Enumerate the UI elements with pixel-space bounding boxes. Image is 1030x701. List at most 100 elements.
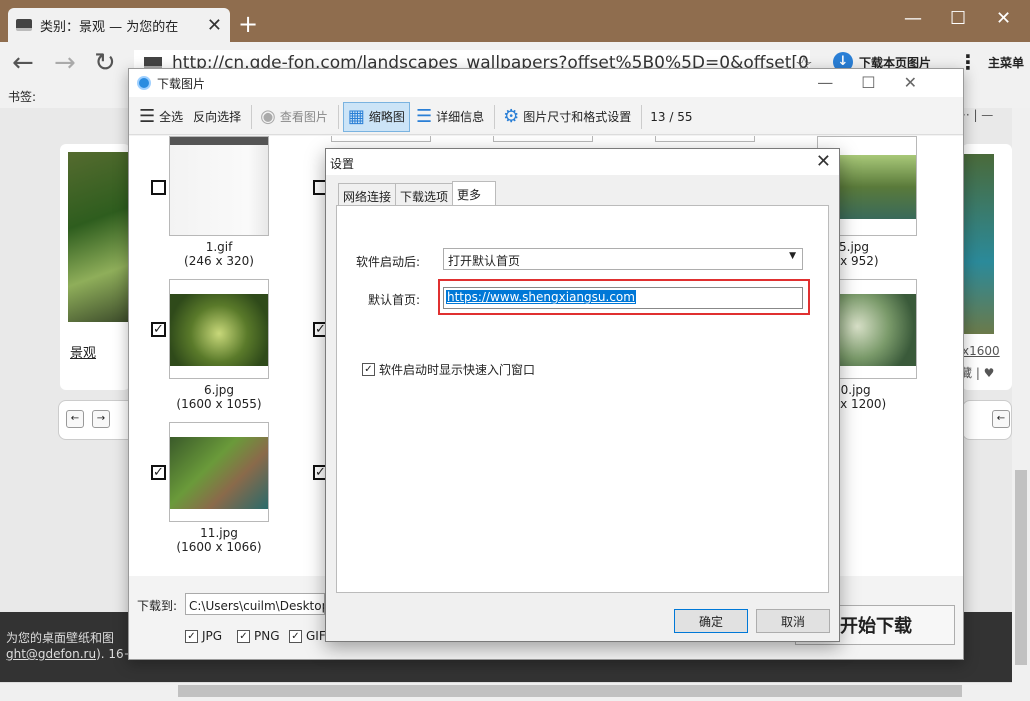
new-tab-button[interactable]: +	[238, 12, 258, 36]
view-image-icon: ◉	[260, 106, 276, 127]
thumbnails-view-button[interactable]: ▦ 缩略图	[342, 101, 410, 132]
next-page-icon[interactable]: →	[92, 410, 110, 428]
downloader-titlebar: 下载图片 —☐✕	[129, 69, 963, 97]
toolbar-divider	[337, 104, 339, 129]
footer-line-1: 为您的桌面壁纸和图	[6, 631, 115, 645]
settings-dialog: 设置 ✕ 网络连接 下载选项 更多 软件启动后: 打开默认首页 ▼ 默认首页: …	[325, 148, 840, 642]
image-count: 13 / 55	[646, 102, 696, 132]
wallpaper-thumbnail-left[interactable]	[68, 152, 130, 322]
card-meta: 藏 | ♥	[960, 366, 995, 380]
footer-email-link[interactable]: ght@gdefon.ru	[6, 647, 96, 661]
show-quick-entry-checkbox[interactable]: ✓ 软件启动时显示快速入门窗口	[362, 361, 535, 378]
horizontal-scroll-thumb[interactable]	[178, 685, 962, 697]
details-view-button[interactable]: ☰ 详细信息	[412, 102, 488, 132]
image-thumbnail[interactable]	[169, 279, 269, 379]
image-checkbox[interactable]	[151, 180, 166, 195]
invert-selection-label: 反向选择	[193, 110, 242, 124]
homepage-input[interactable]: https://www.shengxiangsu.com	[443, 287, 803, 309]
downloader-title: 下载图片	[157, 76, 206, 91]
thumbnails-label: 缩略图	[368, 110, 405, 124]
main-menu-label: 主菜单	[988, 55, 1025, 70]
format-gif-checkbox[interactable]: ✓ GIF	[289, 629, 326, 643]
ok-button[interactable]: 确定	[674, 609, 748, 633]
format-jpg-checkbox[interactable]: ✓ JPG	[185, 629, 222, 643]
tab-title: 类别：景观 — 为您的在	[40, 19, 179, 35]
image-name: 11.jpg	[200, 526, 238, 540]
gear-icon: ⚙	[503, 106, 520, 127]
bookmarks-label: 书签:	[8, 90, 37, 104]
toolbar-divider	[641, 104, 643, 129]
image-size: (246 x 320)	[184, 254, 254, 268]
show-quick-entry-label: 软件启动时显示快速入门窗口	[379, 363, 536, 377]
resolution-link[interactable]: x1600	[962, 344, 1000, 358]
checklist-icon: ☰	[139, 106, 156, 127]
main-menu-button[interactable]: ⋮ 主菜单	[958, 50, 1024, 74]
format-png-checkbox[interactable]: ✓ PNG	[237, 629, 280, 643]
size-format-label: 图片尺寸和格式设置	[523, 110, 632, 124]
reload-icon[interactable]: ↻	[94, 50, 116, 76]
close-icon[interactable]: ✕	[996, 8, 1011, 29]
waterfall-photo	[170, 294, 268, 366]
next-page-icon[interactable]: ←	[992, 410, 1010, 428]
browser-tab[interactable]: 类别：景观 — 为您的在 ✕	[8, 8, 230, 42]
size-format-settings-button[interactable]: ⚙ 图片尺寸和格式设置	[499, 102, 635, 132]
toolbar-divider	[251, 104, 253, 129]
details-label: 详细信息	[436, 110, 485, 124]
vertical-scroll-thumb[interactable]	[1015, 470, 1027, 665]
image-caption: 1.gif (246 x 320)	[159, 240, 279, 268]
image-size: (1600 x 1066)	[176, 540, 262, 554]
image-checkbox[interactable]: ✓	[151, 465, 166, 480]
image-thumbnail[interactable]	[655, 136, 755, 142]
tab-close-icon[interactable]: ✕	[207, 15, 222, 36]
list-icon: ☰	[415, 106, 433, 127]
scroll-corner	[1012, 682, 1030, 701]
category-link[interactable]: 景观	[70, 342, 96, 361]
view-image-button[interactable]: ◉ 查看图片	[256, 102, 332, 132]
image-name: 6.jpg	[203, 383, 235, 397]
wallpaper-thumbnail-right[interactable]	[962, 154, 994, 334]
image-count-label: 13 / 55	[650, 109, 693, 124]
format-gif-label: GIF	[306, 629, 326, 643]
select-all-button[interactable]: ☰ 全选	[135, 102, 187, 132]
homepage-value: https://www.shengxiangsu.com	[446, 290, 636, 304]
image-checkbox[interactable]: ✓	[151, 322, 166, 337]
view-image-label: 查看图片	[279, 110, 328, 124]
startup-label: 软件启动后:	[356, 255, 421, 269]
downloader-window-buttons[interactable]: —☐✕	[817, 73, 945, 92]
image-thumbnail[interactable]	[493, 136, 593, 142]
startup-select[interactable]: 打开默认首页 ▼	[443, 248, 803, 270]
toolbar-divider	[494, 104, 496, 129]
download-path-field[interactable]: C:\Users\cuilm\Desktop\花	[185, 593, 325, 615]
image-caption: 6.jpg (1600 x 1055)	[159, 383, 279, 411]
back-icon[interactable]: ←	[12, 50, 34, 76]
image-thumbnail[interactable]	[331, 136, 431, 142]
tab-download-options[interactable]: 下载选项	[395, 183, 454, 205]
minimize-icon[interactable]: —	[904, 8, 922, 29]
invert-selection-button[interactable]: 反向选择	[189, 102, 245, 132]
tab-more[interactable]: 更多	[452, 181, 497, 205]
footer-text: 为您的桌面壁纸和图 ght@gdefon.ru). 16+	[6, 630, 134, 662]
tab-network[interactable]: 网络连接	[338, 183, 397, 205]
settings-tabs: 网络连接 下载选项 更多	[338, 181, 497, 205]
close-icon[interactable]: ✕	[816, 151, 831, 172]
select-all-label: 全选	[159, 110, 184, 124]
image-caption: 11.jpg (1600 x 1066)	[159, 526, 279, 554]
checkbox-check-icon: ✓	[237, 629, 250, 643]
checkbox-check-icon: ✓	[362, 363, 375, 376]
image-thumbnail[interactable]	[169, 136, 269, 236]
lake-boardwalk-photo	[170, 437, 268, 509]
app-icon	[137, 76, 151, 90]
maximize-icon[interactable]: ☐	[950, 8, 966, 29]
format-png-label: PNG	[254, 629, 280, 643]
homepage-label: 默认首页:	[368, 293, 421, 307]
image-thumbnail[interactable]	[169, 422, 269, 522]
startup-value: 打开默认首页	[448, 254, 521, 268]
settings-title: 设置	[330, 157, 355, 171]
prev-page-icon[interactable]: ←	[66, 410, 84, 428]
cancel-button[interactable]: 取消	[756, 609, 830, 633]
checkbox-check-icon: ✓	[289, 629, 302, 643]
card-top-meta: ·· | —	[962, 108, 994, 122]
site-favicon-icon	[16, 19, 32, 31]
forward-icon[interactable]: →	[54, 50, 76, 76]
gif-preview-bar	[170, 137, 268, 145]
